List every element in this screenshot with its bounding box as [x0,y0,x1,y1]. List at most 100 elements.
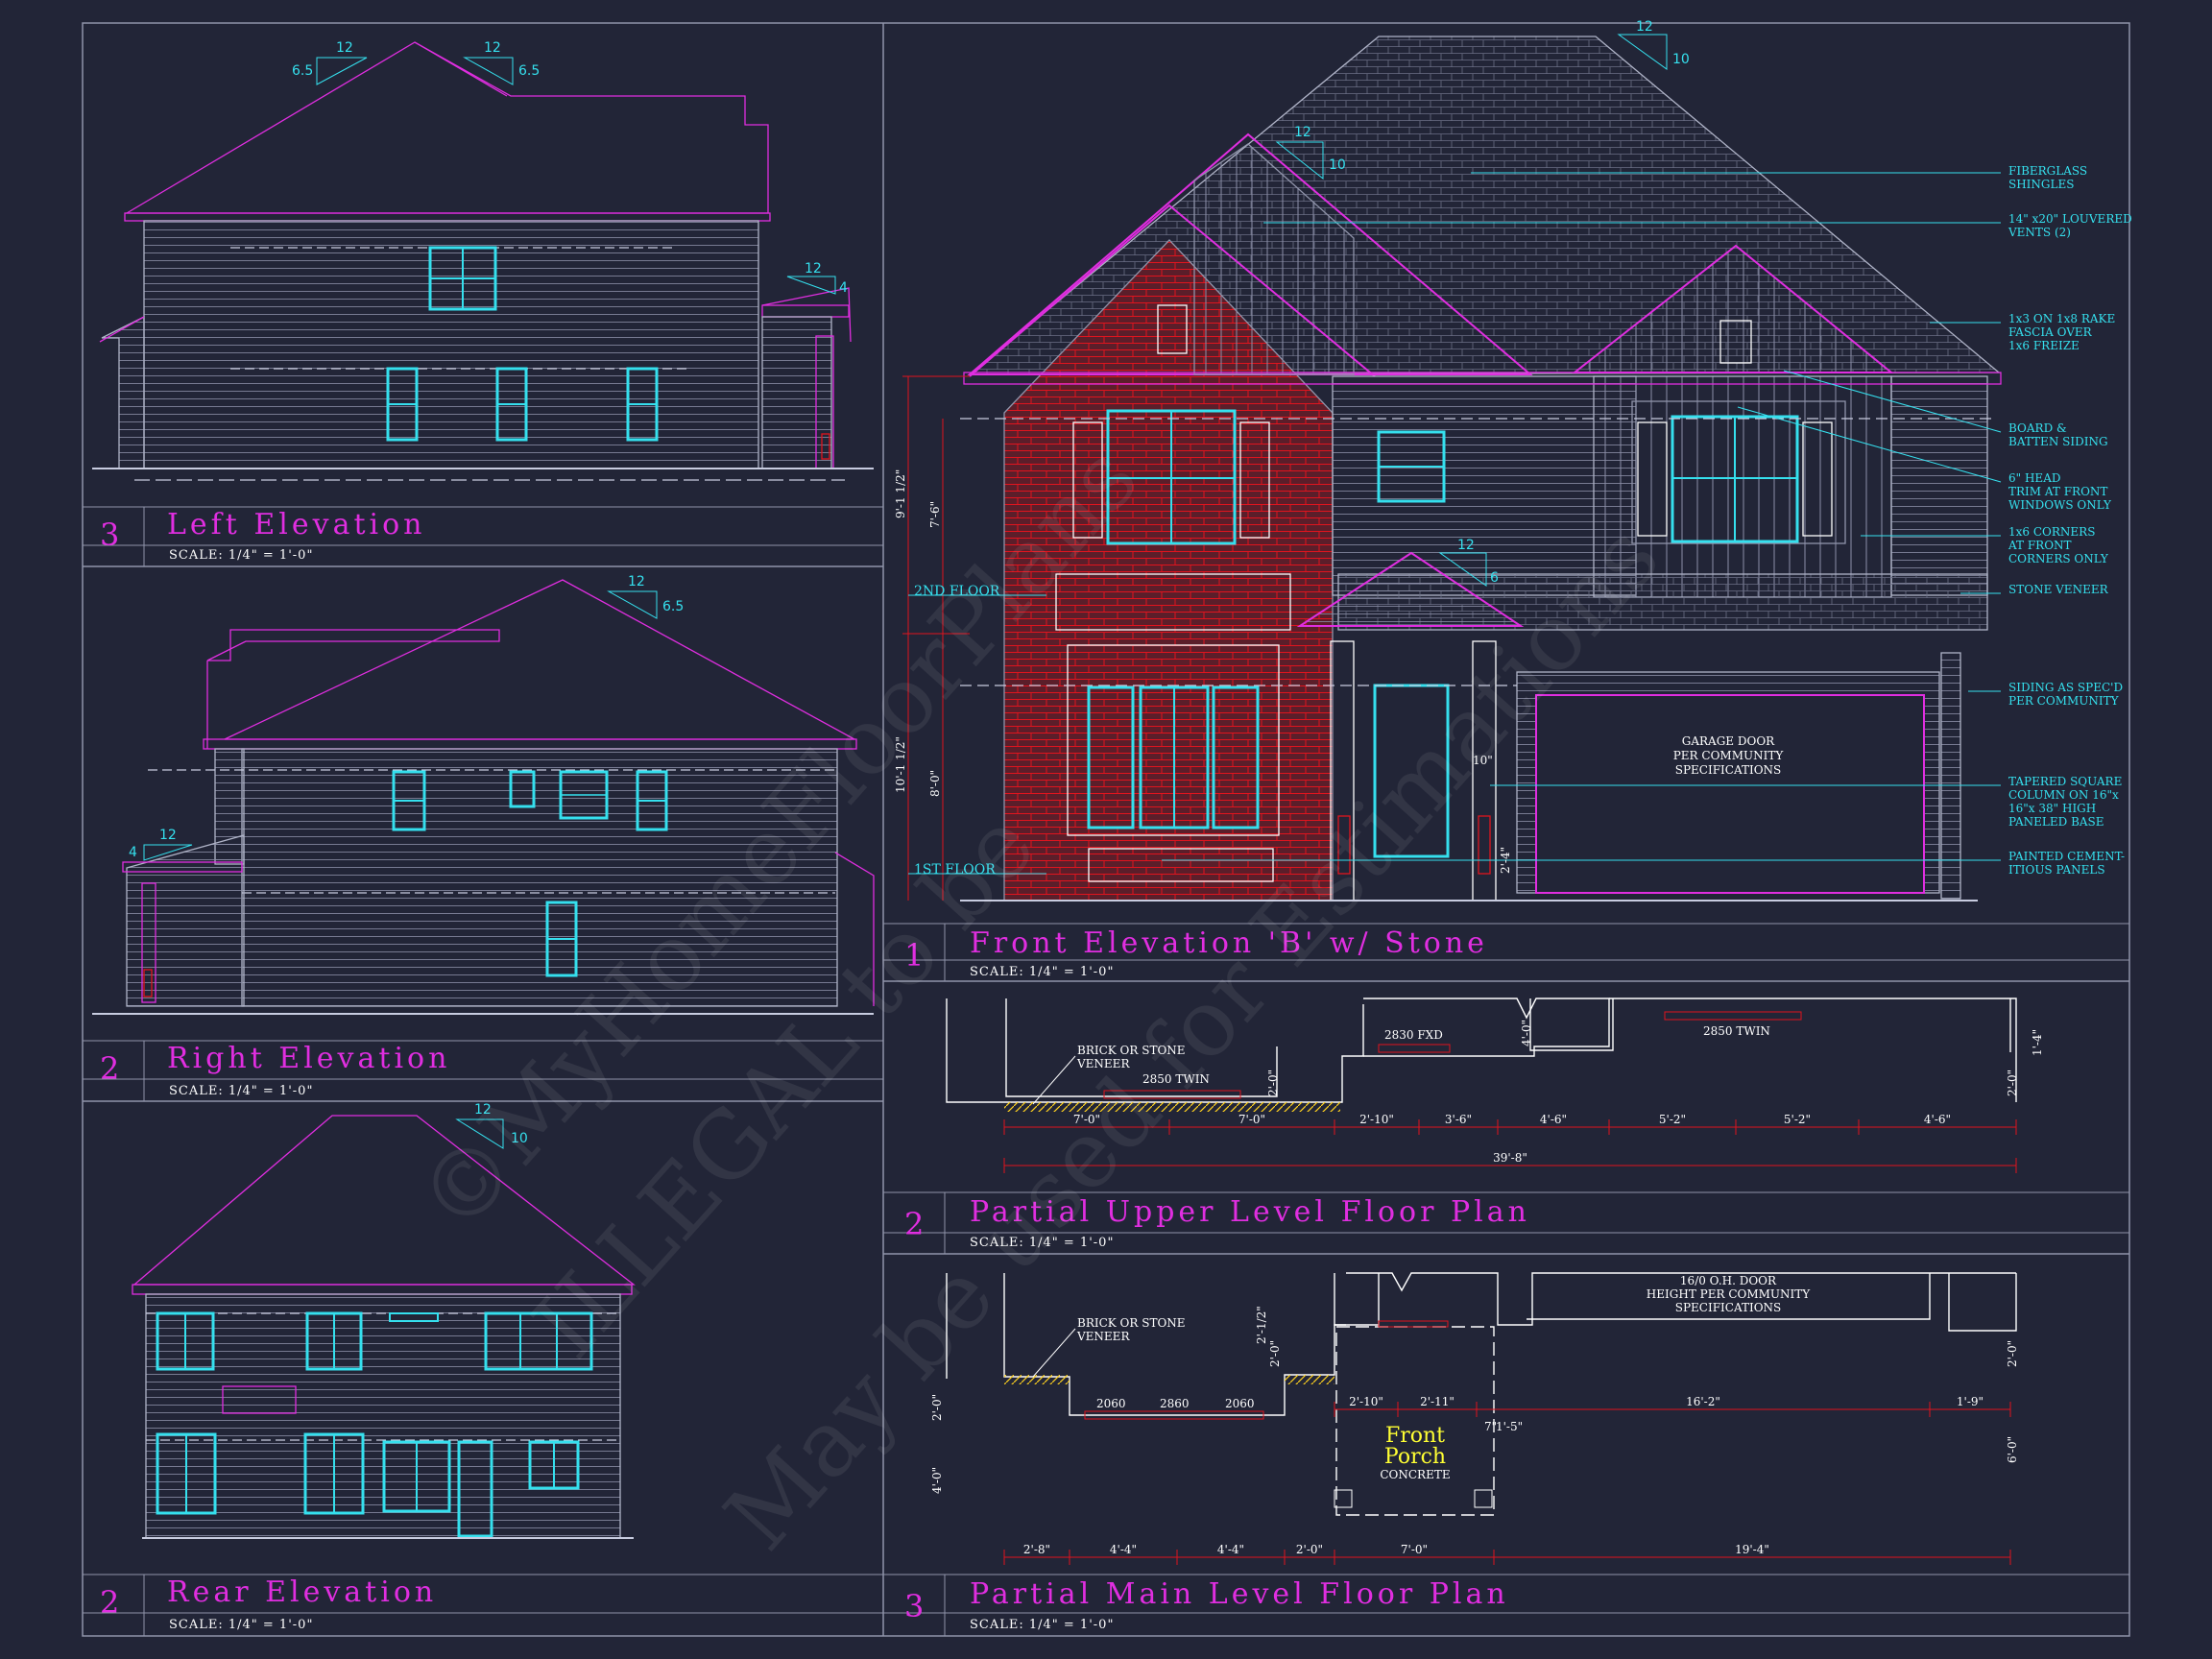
dim-text: 1'-4" [2031,1029,2044,1056]
window-2830 [1378,1044,1451,1053]
callout-line: 1x3 ON 1x8 RAKE [2008,312,2115,325]
dim-text: 2'-1/2" [1255,1306,1268,1344]
callout-line: BOARD & [2008,421,2067,435]
view-title: Left Elevation [167,508,426,541]
dim-text: 2'-0" [1268,1340,1282,1367]
view-scale: SCALE: 1/4" = 1'-0" [970,965,1114,979]
callout-line: 16"x 38" HIGH [2008,802,2096,815]
pitch-rise: 6.5 [662,599,684,614]
dim-text: 4'-4" [1217,1543,1244,1556]
pitch-run: 12 [336,40,353,56]
callout-line: PANELED BASE [2008,815,2104,829]
callout-line: FASCIA OVER [2008,325,2093,339]
pitch-run: 12 [805,261,822,276]
view-scale: SCALE: 1/4" = 1'-0" [169,1084,313,1098]
callout-line: 14" x20" LOUVERED [2008,212,2132,226]
front-callout: STONE VENEER [2008,583,2109,596]
callout-line: COLUMN ON 16"x [2008,788,2119,802]
front-callout: SIDING AS SPEC'DPER COMMUNITY [2008,681,2123,708]
pitch-rise: 10 [1329,157,1346,173]
window-2850-right [1664,1011,1802,1021]
front-elevation-title-block: 1 Front Elevation 'B' w/ Stone SCALE: 1/… [883,923,2129,981]
dim-text: 2'-10" [1359,1113,1394,1126]
main-plan-title-block: 3 Partial Main Level Floor Plan SCALE: 1… [883,1574,2129,1636]
dim-text: 2'-0" [1296,1543,1323,1556]
dim-text: 4'-0" [930,1467,944,1494]
dim-text: 4'-4" [1110,1543,1137,1556]
callout-line: 6" HEAD [2008,471,2060,485]
rear-elevation-title-block: 2 Rear Elevation SCALE: 1/4" = 1'-0" [83,1574,883,1636]
pitch-run: 12 [484,40,501,56]
view-scale: SCALE: 1/4" = 1'-0" [169,1618,313,1632]
callout-line: PER COMMUNITY [2008,694,2120,708]
dim-text: 6'-0" [2006,1436,2019,1463]
porch-title-line: Porch [1384,1445,1446,1469]
view-number: 2 [100,1584,119,1621]
pitch-rise: 6 [1490,570,1499,586]
dim-text: 7'-6" [928,501,942,528]
pitch-rise: 6.5 [292,63,313,79]
brick-hatch [1285,1375,1334,1384]
left-elevation-drawing [92,41,874,481]
window-label: 2830 FXD [1384,1028,1443,1042]
porch-post [1474,1489,1493,1508]
dim-text: 8'-0" [928,770,942,797]
left-elevation-porch-pitch: 12 4 [786,261,848,296]
brick-hatch [1004,1375,1070,1384]
left-elevation: 12 6.5 12 6.5 12 4 3 Left Elevation SCAL… [83,40,883,566]
dim-text: 4'-6" [1540,1113,1567,1126]
left-elevation-title-block: 3 Left Elevation SCALE: 1/4" = 1'-0" [83,506,883,566]
brick-note-line: VENEER [1076,1330,1130,1343]
brick-note-line: BRICK OR STONE [1077,1316,1186,1330]
dim-text: 2'-0" [2006,1340,2019,1367]
callout-line: AT FRONT [2008,539,2072,552]
brick-leader [1032,1328,1076,1378]
dim-text: 5'-2" [1659,1113,1686,1126]
porch-sub: CONCRETE [1380,1468,1450,1481]
front-callout: PAINTED CEMENT-ITIOUS PANELS [2008,850,2125,877]
front-callout: 14" x20" LOUVEREDVENTS (2) [2008,212,2132,239]
view-number: 2 [904,1206,924,1242]
dim-text: 2'-0" [2006,1070,2019,1096]
callout-line: PAINTED CEMENT- [2008,850,2125,863]
dim-text: 3'-6" [1445,1113,1472,1126]
dim-text: 19'-4" [1735,1543,1769,1556]
view-title: Right Elevation [167,1042,450,1075]
callout-line: CORNERS ONLY [2008,552,2109,565]
callout-line: ITIOUS PANELS [2008,863,2105,877]
dim-text: 4'-0" [1520,1020,1533,1046]
dim-text: 1'-5" [1496,1420,1523,1433]
pitch-run: 12 [628,574,645,589]
door-symbol [1378,1320,1449,1328]
blueprint-sheet: 12 6.5 12 6.5 12 4 3 Left Elevation SCAL… [82,19,2132,1637]
dim-text: 2'-10" [1349,1395,1383,1408]
garage-note-line: GARAGE DOOR [1682,734,1775,748]
pitch-rise: 4 [839,280,848,296]
dim-text: 2'-8" [1023,1543,1050,1556]
dim-text: 39'-8" [1493,1151,1527,1165]
window-label: 2060 [1225,1397,1255,1410]
garage-note-line: PER COMMUNITY [1673,749,1785,762]
callout-line: STONE VENEER [2008,583,2109,596]
dim-text: 7'-0" [1401,1543,1428,1556]
dim-text: 7" [1484,1420,1497,1433]
dim-text: 1'-9" [1957,1395,1984,1408]
dim-text: 4'-6" [1924,1113,1951,1126]
front-callout: 1x6 CORNERSAT FRONTCORNERS ONLY [2008,525,2109,565]
callout-line: SHINGLES [2008,178,2074,191]
pitch-rise: 4 [129,845,137,860]
front-main-pitch: 12 10 [1617,19,1690,70]
front-callout: 6" HEADTRIM AT FRONTWINDOWS ONLY [2008,471,2112,512]
pitch-run: 12 [1457,538,1475,553]
dim-text: 9'-1 1/2" [894,469,907,518]
dim-text: 2'-0" [1266,1070,1280,1096]
front-callout: FIBERGLASSSHINGLES [2008,164,2087,191]
door-note-line: HEIGHT PER COMMUNITY [1647,1287,1811,1301]
window-label: 2860 [1160,1397,1190,1410]
view-number: 2 [100,1050,119,1087]
view-scale: SCALE: 1/4" = 1'-0" [169,548,313,563]
view-scale: SCALE: 1/4" = 1'-0" [970,1618,1114,1632]
dim-text: 5'-2" [1784,1113,1811,1126]
pitch-run: 12 [159,828,177,843]
pitch-run: 12 [1294,125,1311,140]
